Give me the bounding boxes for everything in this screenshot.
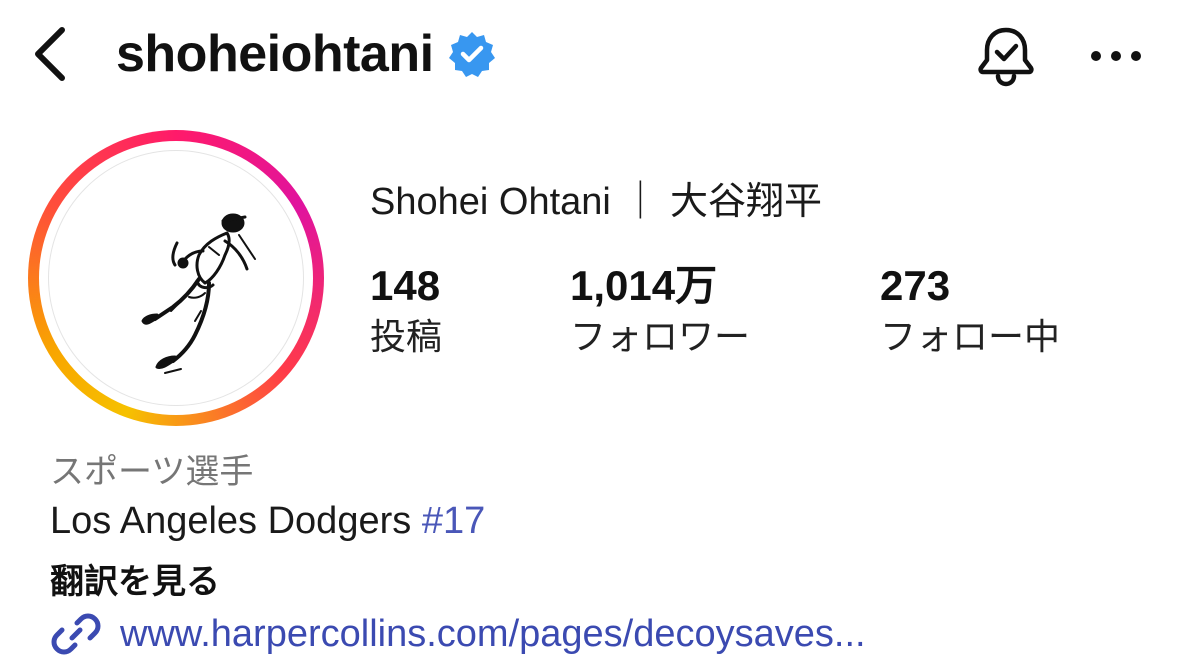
external-link-text: www.harpercollins.com/pages/decoysaves..… bbox=[120, 612, 866, 655]
more-horizontal-icon bbox=[1091, 51, 1141, 61]
posts-count-value: 148 bbox=[370, 262, 441, 309]
bell-check-icon bbox=[978, 27, 1034, 87]
profile-category: スポーツ選手 bbox=[50, 452, 254, 492]
following-count[interactable]: 273 フォロー中 bbox=[880, 262, 1060, 360]
verified-badge-icon bbox=[448, 32, 495, 77]
profile-page: shoheiohtani Shohei Ohtani ｜ 大谷翔平 148 投稿… bbox=[0, 0, 1200, 670]
baseball-player-silhouette-icon bbox=[141, 213, 256, 374]
avatar-story-ring[interactable] bbox=[28, 130, 324, 426]
username: shoheiohtani bbox=[116, 25, 434, 83]
translate-bio-button[interactable]: 翻訳を見る bbox=[50, 554, 220, 603]
followers-count-value: 1,014万 bbox=[570, 262, 718, 309]
more-options-button[interactable] bbox=[1080, 20, 1152, 92]
hashtag-link[interactable]: #17 bbox=[422, 500, 485, 542]
following-count-label: フォロー中 bbox=[880, 317, 1061, 358]
link-icon bbox=[51, 613, 101, 655]
posts-count[interactable]: 148 投稿 bbox=[370, 262, 442, 360]
following-count-value: 273 bbox=[880, 262, 951, 309]
chevron-left-icon bbox=[35, 27, 65, 81]
notifications-button[interactable] bbox=[970, 20, 1042, 92]
back-button[interactable] bbox=[22, 22, 78, 86]
bio: Los Angeles Dodgers #17 bbox=[50, 500, 485, 543]
full-name: Shohei Ohtani ｜ 大谷翔平 bbox=[370, 181, 822, 223]
posts-count-label: 投稿 bbox=[370, 317, 443, 358]
username-row: shoheiohtani bbox=[116, 22, 496, 86]
followers-count-label: フォロワー bbox=[570, 317, 751, 358]
bio-text: Los Angeles Dodgers bbox=[50, 500, 422, 542]
avatar bbox=[48, 150, 304, 406]
profile-header: shoheiohtani bbox=[0, 0, 1200, 110]
followers-count[interactable]: 1,014万 フォロワー bbox=[570, 262, 750, 360]
external-link[interactable]: www.harpercollins.com/pages/decoysaves..… bbox=[50, 608, 866, 660]
